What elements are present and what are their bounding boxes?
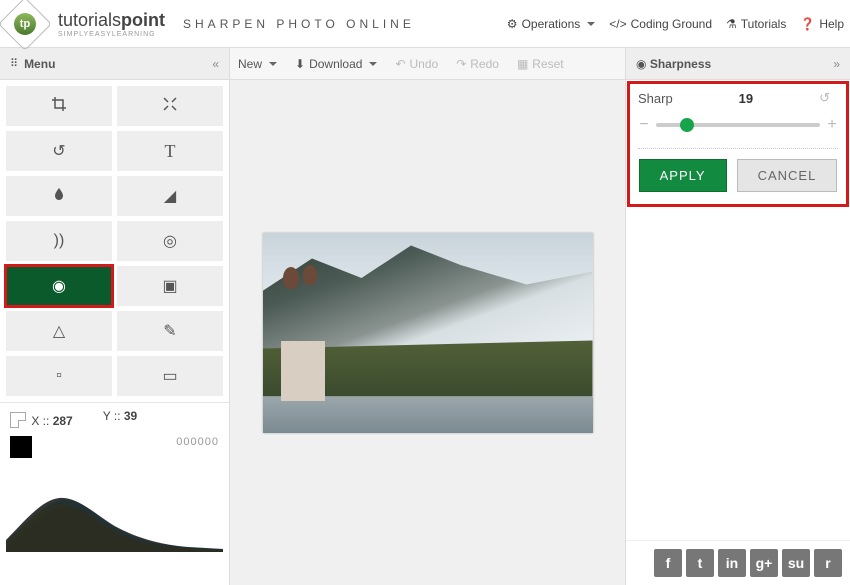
cancel-button[interactable]: CANCEL: [737, 159, 838, 192]
tool-resize[interactable]: ▫: [6, 356, 112, 396]
coding-ground-link[interactable]: </> Coding Ground: [609, 17, 712, 31]
sharp-value: 19: [739, 91, 753, 106]
brand-text: tutorials: [58, 10, 121, 30]
brush-icon: ✎: [163, 321, 176, 341]
eye-icon: ◉: [636, 57, 646, 71]
sitemap-icon: ⚙: [507, 17, 518, 31]
eye-icon: ◉: [52, 276, 66, 296]
social-in[interactable]: in: [718, 549, 746, 577]
rotate-icon: ↺: [52, 141, 65, 161]
redo-button[interactable]: ↷ Redo: [456, 57, 499, 71]
tool-exposure[interactable]: ◢: [117, 176, 223, 216]
image-preview[interactable]: [263, 233, 593, 433]
sharp-slider[interactable]: [656, 123, 820, 127]
undo-label: Undo: [410, 57, 439, 71]
slider-decrease[interactable]: −: [638, 116, 650, 134]
tool-crop[interactable]: [6, 86, 112, 126]
coord-y-label: Y ::: [103, 409, 121, 423]
code-icon: </>: [609, 17, 626, 31]
new-menu[interactable]: New: [238, 57, 277, 71]
download-menu[interactable]: ⬇ Download: [295, 57, 377, 71]
social-links: fting+sur: [626, 540, 850, 585]
text-icon: T: [165, 141, 176, 162]
coord-x-label: X ::: [31, 414, 49, 428]
crop-icon: [51, 96, 67, 117]
redo-icon: ↷: [456, 57, 466, 71]
coord-x-value: 287: [53, 414, 73, 428]
tool-brush[interactable]: ✎: [117, 311, 223, 351]
exposure-icon: ◢: [164, 186, 176, 206]
child-indicator-icon: [10, 412, 26, 428]
operations-menu[interactable]: ⚙ Operations: [507, 17, 595, 31]
tool-frame[interactable]: ▭: [117, 356, 223, 396]
menu-label: Menu: [24, 57, 55, 71]
reset-icon: ▦: [517, 57, 528, 71]
resize-icon: ▫: [56, 367, 62, 385]
waves-icon: )): [54, 232, 65, 250]
tool-fullscreen[interactable]: [117, 86, 223, 126]
reset-label: Reset: [532, 57, 563, 71]
slider-increase[interactable]: +: [826, 116, 838, 134]
social-t[interactable]: t: [686, 549, 714, 577]
sharpness-panel-header[interactable]: ◉ Sharpness »: [625, 48, 850, 79]
color-hex-value: 000000: [176, 436, 219, 448]
flask-icon: ⚗: [726, 17, 737, 31]
page-title: SHARPEN PHOTO ONLINE: [183, 17, 415, 31]
slider-thumb[interactable]: [680, 118, 694, 132]
tool-image[interactable]: ▣: [117, 266, 223, 306]
tool-color[interactable]: △: [6, 311, 112, 351]
contrast-icon: ◎: [163, 231, 177, 251]
frame-icon: ▭: [162, 366, 177, 386]
sharp-label: Sharp: [638, 91, 673, 106]
coord-y-value: 39: [124, 409, 137, 423]
sharpness-controls: Sharp 19 ↺ − + APPLY CANCEL: [630, 84, 846, 204]
histogram: [6, 462, 223, 552]
image-icon: ▣: [162, 276, 177, 296]
revert-icon[interactable]: ↺: [819, 90, 830, 106]
menu-icon: ⠿: [10, 57, 18, 70]
help-label: Help: [819, 17, 844, 31]
apply-button[interactable]: APPLY: [639, 159, 727, 192]
color-icon: △: [53, 321, 65, 341]
reset-button[interactable]: ▦ Reset: [517, 57, 564, 71]
tool-drop[interactable]: [6, 176, 112, 216]
tool-contrast[interactable]: ◎: [117, 221, 223, 261]
tutorials-label: Tutorials: [741, 17, 787, 31]
coding-label: Coding Ground: [631, 17, 712, 31]
app-header: tp tutorialspoint SIMPLYEASYLEARNING SHA…: [0, 0, 850, 48]
sharpness-title: Sharpness: [650, 57, 711, 71]
color-swatch[interactable]: [10, 436, 32, 458]
drop-icon: [51, 186, 67, 207]
menu-panel-header[interactable]: ⠿ Menu «: [0, 48, 230, 79]
brand-text-bold: point: [121, 10, 165, 30]
fullscreen-icon: [162, 96, 178, 117]
brand-logo[interactable]: tp tutorialspoint SIMPLYEASYLEARNING: [6, 5, 165, 43]
collapse-left-icon[interactable]: «: [212, 57, 219, 71]
operations-label: Operations: [522, 17, 581, 31]
social-g+[interactable]: g+: [750, 549, 778, 577]
undo-icon: ↶: [395, 57, 405, 71]
collapse-right-icon[interactable]: »: [833, 57, 840, 71]
social-r[interactable]: r: [814, 549, 842, 577]
tool-waves[interactable]: )): [6, 221, 112, 261]
new-label: New: [238, 57, 262, 71]
tool-eye[interactable]: ◉: [6, 266, 112, 306]
undo-button[interactable]: ↶ Undo: [395, 57, 438, 71]
brand-tagline: SIMPLYEASYLEARNING: [58, 31, 165, 38]
social-su[interactable]: su: [782, 549, 810, 577]
tool-text[interactable]: T: [117, 131, 223, 171]
tool-sidebar: ↺ T◢)) ◎◉ ▣△ ✎▫ ▭ X :: 287 Y :: 39 000000: [0, 80, 230, 585]
help-icon: ❓: [800, 17, 815, 31]
social-f[interactable]: f: [654, 549, 682, 577]
redo-label: Redo: [470, 57, 499, 71]
help-link[interactable]: ❓ Help: [800, 17, 844, 31]
properties-panel: Sharp 19 ↺ − + APPLY CANCEL fting+sur: [625, 80, 850, 585]
download-icon: ⬇: [295, 57, 305, 71]
download-label: Download: [309, 57, 362, 71]
tool-rotate[interactable]: ↺: [6, 131, 112, 171]
tutorials-link[interactable]: ⚗ Tutorials: [726, 17, 786, 31]
secondary-toolbar: ⠿ Menu « New ⬇ Download ↶ Undo ↷ Redo ▦ …: [0, 48, 850, 80]
logo-icon: tp: [0, 0, 52, 50]
canvas-area[interactable]: [230, 80, 625, 585]
